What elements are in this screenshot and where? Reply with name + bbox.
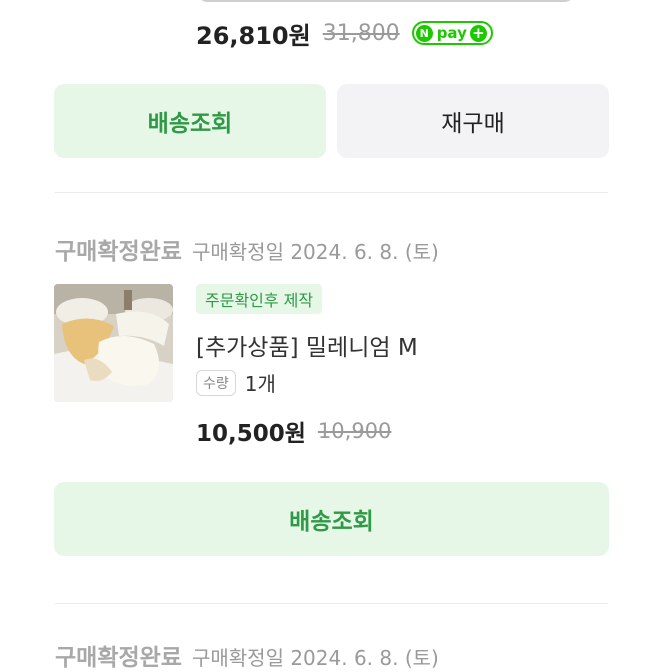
quantity-value: 1개 bbox=[244, 372, 276, 396]
naver-n-icon: N bbox=[415, 24, 433, 42]
order-status-row: 구매확정완료 구매확정일 2024. 6. 8. (토) bbox=[55, 232, 439, 266]
track-delivery-button[interactable]: 배송조회 bbox=[54, 482, 609, 556]
cut-off-option-box bbox=[196, 0, 576, 2]
divider bbox=[55, 192, 608, 193]
order-status: 구매확정완료 bbox=[55, 645, 182, 671]
original-price: 31,800 bbox=[322, 20, 400, 46]
order-status: 구매확정완료 bbox=[55, 239, 182, 265]
price-row: 10,500원 10,900 bbox=[196, 414, 391, 448]
price-row: 26,810원 31,800 N pay + bbox=[196, 16, 493, 50]
quantity-row: 수량 1개 bbox=[196, 368, 276, 397]
pillow-photo-illustration bbox=[54, 284, 173, 402]
track-delivery-button[interactable]: 배송조회 bbox=[54, 84, 326, 158]
made-to-order-badge: 주문확인후 제작 bbox=[196, 284, 323, 314]
naverpay-badge-icon: N pay + bbox=[411, 21, 493, 45]
sale-price: 10,500원 bbox=[196, 421, 306, 447]
order-status-row: 구매확정완료 구매확정일 2024. 6. 8. (토) bbox=[55, 638, 439, 672]
confirm-date: 구매확정일 2024. 6. 8. (토) bbox=[191, 646, 439, 670]
product-title[interactable]: [추가상품] 밀레니엄 M bbox=[196, 328, 418, 362]
quantity-label: 수량 bbox=[196, 369, 236, 396]
product-thumbnail[interactable] bbox=[54, 284, 173, 402]
original-price: 10,900 bbox=[317, 419, 392, 443]
npay-label: pay bbox=[436, 24, 467, 42]
divider bbox=[55, 603, 608, 604]
sale-price: 26,810원 bbox=[196, 21, 311, 50]
reorder-button[interactable]: 재구매 bbox=[337, 84, 609, 158]
plus-icon: + bbox=[469, 24, 487, 42]
confirm-date: 구매확정일 2024. 6. 8. (토) bbox=[191, 240, 439, 264]
